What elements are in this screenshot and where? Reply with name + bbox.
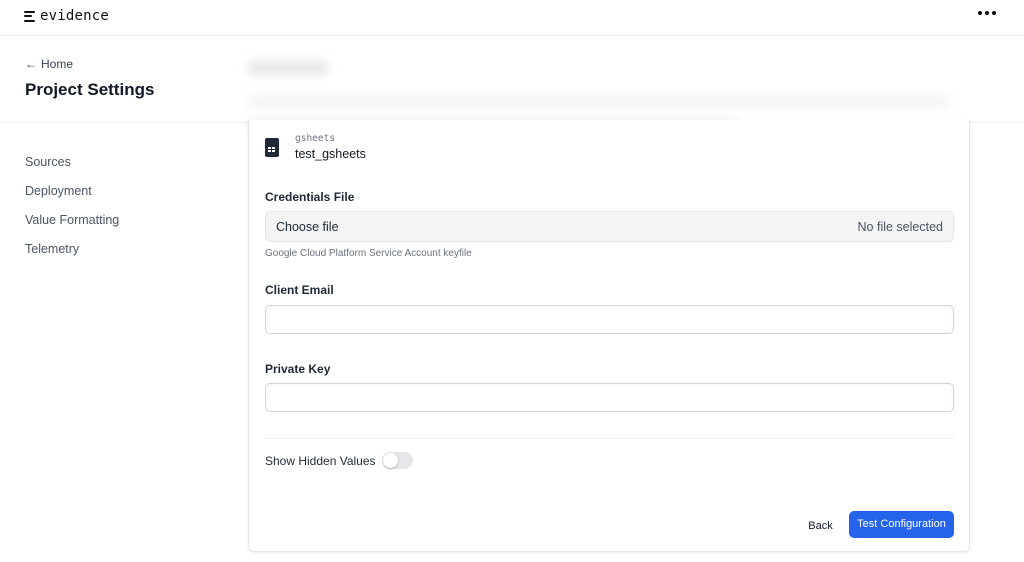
logo-text: evidence [40, 8, 110, 24]
private-key-field[interactable] [265, 383, 954, 412]
arrow-left-icon: ← [25, 57, 37, 71]
client-email-field[interactable] [265, 305, 954, 334]
sidebar-item-deployment[interactable]: Deployment [25, 184, 119, 198]
sidebar-item-sources[interactable]: Sources [25, 155, 119, 169]
back-button[interactable]: Back [799, 513, 842, 539]
page-title: Project Settings [25, 80, 155, 99]
spreadsheet-icon [265, 138, 279, 157]
test-configuration-button[interactable]: Test Configuration [849, 511, 954, 538]
client-email-label: Client Email [265, 283, 334, 297]
toggle-knob [383, 453, 398, 468]
sidebar-nav: Sources Deployment Value Formatting Tele… [25, 155, 119, 256]
back-home-link[interactable]: ← Home [25, 57, 73, 71]
page-header: ← Home Project Settings [0, 37, 1024, 128]
more-horizontal-icon[interactable] [978, 11, 996, 15]
source-settings-card: gsheets test_gsheets Credentials File Ch… [248, 120, 970, 552]
sidebar-item-telemetry[interactable]: Telemetry [25, 242, 119, 256]
choose-file-button[interactable]: Choose file [276, 220, 339, 234]
show-hidden-values-toggle[interactable] [382, 452, 413, 469]
sidebar-item-value-formatting[interactable]: Value Formatting [25, 213, 119, 227]
divider [265, 438, 954, 439]
file-status-text: No file selected [857, 220, 943, 234]
back-home-label: Home [41, 57, 74, 71]
source-type: gsheets [295, 133, 336, 144]
source-name: test_gsheets [295, 147, 366, 161]
credentials-hint: Google Cloud Platform Service Account ke… [265, 248, 472, 259]
logo[interactable]: evidence [24, 8, 109, 24]
credentials-file-label: Credentials File [265, 190, 355, 204]
evidence-logo-icon [24, 10, 35, 22]
show-hidden-values-label: Show Hidden Values [265, 454, 376, 468]
credentials-file-input[interactable]: Choose file No file selected [265, 211, 954, 242]
private-key-label: Private Key [265, 362, 331, 376]
top-bar: evidence [0, 0, 1024, 36]
